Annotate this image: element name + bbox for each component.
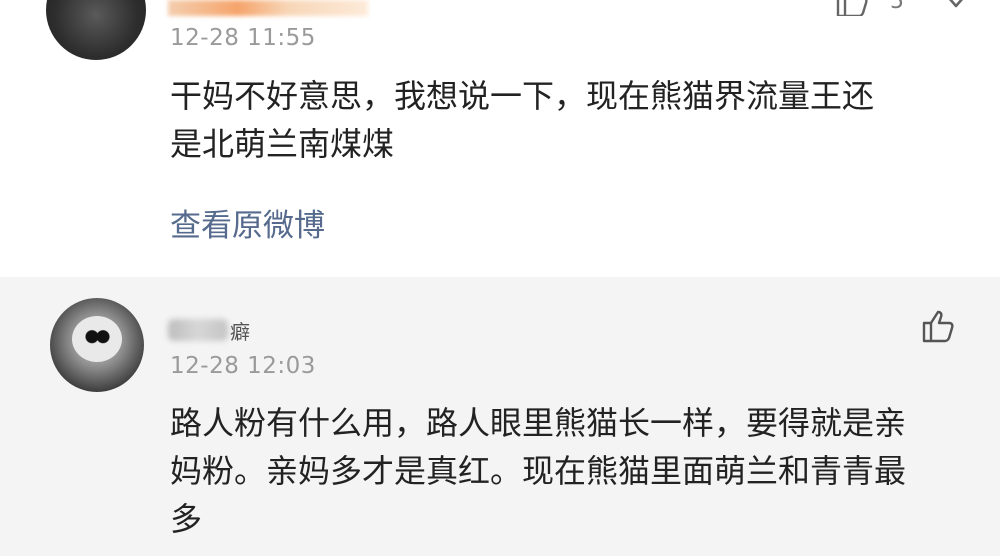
- blurred-username: [168, 319, 228, 341]
- comment-card-1: 5 12-28 11:55 干妈不好意思，我想说一下，现在熊猫界流量王还 是北萌…: [0, 0, 1000, 277]
- comment-text-line: 干妈不好意思，我想说一下，现在熊猫界流量王还: [170, 77, 875, 115]
- username-visible-part: 癖: [230, 319, 250, 344]
- comment-text-line: 是北萌兰南煤煤: [170, 125, 395, 163]
- comment-feed: 5 12-28 11:55 干妈不好意思，我想说一下，现在熊猫界流量王还 是北萌…: [0, 0, 1000, 556]
- blurred-username: [168, 0, 368, 16]
- chevron-down-icon[interactable]: [938, 0, 974, 14]
- comment-text: 干妈不好意思，我想说一下，现在熊猫界流量王还 是北萌兰南煤煤: [170, 72, 950, 168]
- comment-timestamp: 12-28 12:03: [170, 353, 316, 379]
- comment-text-line: 多: [170, 500, 203, 538]
- avatar[interactable]: [46, 0, 146, 60]
- comment-text: 路人粉有什么用，路人眼里熊猫长一样，要得就是亲 妈粉。亲妈多才是真红。现在熊猫里…: [170, 399, 950, 543]
- username[interactable]: 癖: [168, 316, 250, 344]
- comment-text-line: 妈粉。亲妈多才是真红。现在熊猫里面萌兰和青青最: [170, 452, 907, 490]
- avatar[interactable]: [50, 298, 144, 392]
- panda-avatar-image: [72, 316, 122, 362]
- view-original-weibo-link[interactable]: 查看原微博: [170, 200, 325, 245]
- thumbs-up-icon: [836, 0, 868, 16]
- thumbs-up-icon[interactable]: [920, 308, 956, 344]
- like-button[interactable]: 5: [834, 0, 904, 16]
- like-count: 5: [890, 0, 904, 14]
- comment-timestamp: 12-28 11:55: [170, 25, 316, 51]
- comment-text-line: 路人粉有什么用，路人眼里熊猫长一样，要得就是亲: [170, 404, 907, 442]
